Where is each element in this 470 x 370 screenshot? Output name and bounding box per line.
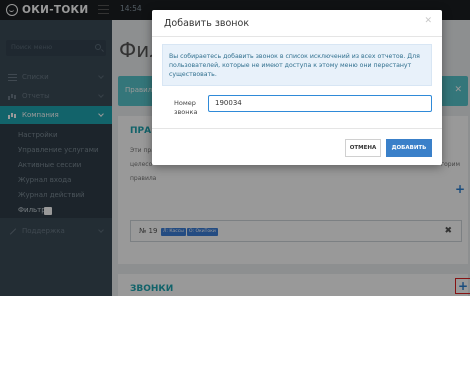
modal-title: Добавить звонок (164, 18, 250, 29)
page-blank (112, 296, 470, 370)
add-call-modal: Добавить звонок ✕ Вы собираетесь добавит… (152, 10, 442, 165)
divider (152, 128, 442, 129)
modal-info-text: Вы собираетесь добавить звонок в список … (169, 53, 420, 78)
app-root: ОКИ-ТОКИ 14:54 Поиск меню Списки Отчеты … (0, 0, 470, 370)
sidebar-blank (0, 296, 112, 370)
call-number-label: Номер звонка (174, 99, 198, 116)
modal-info-box: Вы собираетесь добавить звонок в список … (162, 44, 432, 86)
call-number-input[interactable]: 190034 (208, 95, 432, 112)
close-icon[interactable]: ✕ (424, 16, 432, 26)
cancel-button[interactable]: ОТМЕНА (345, 139, 381, 157)
divider (152, 36, 442, 37)
add-button[interactable]: ДОБАВИТЬ (386, 139, 432, 157)
